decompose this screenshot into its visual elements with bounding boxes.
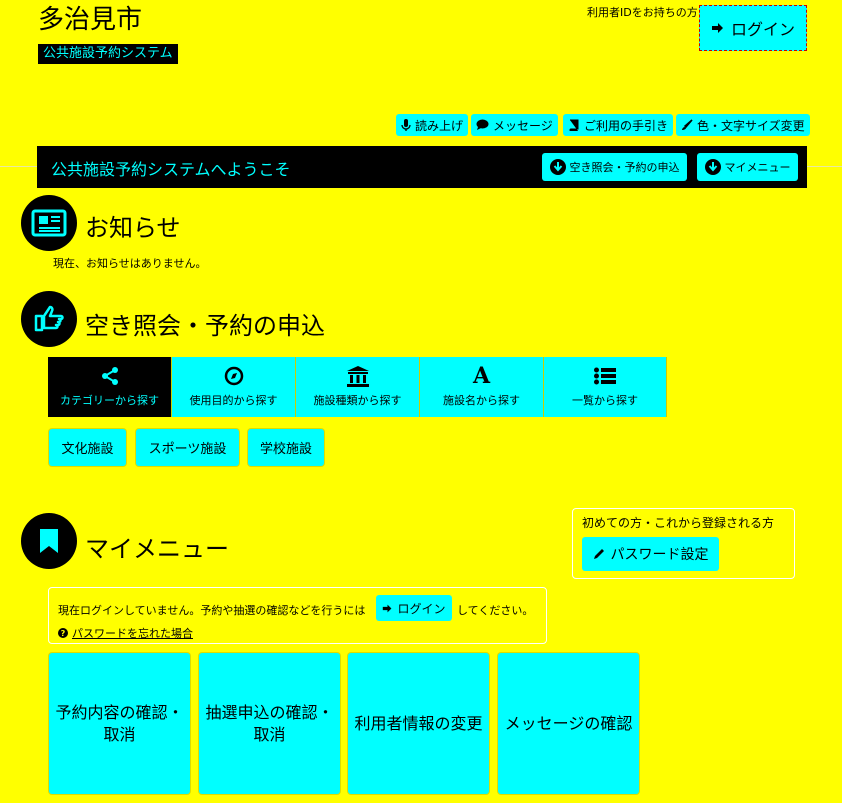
compass-icon (224, 366, 244, 386)
jump-reserve-label: 空き照会・予約の申込 (569, 161, 680, 174)
tab-list-label: 一覧から探す (572, 394, 638, 407)
sign-in-icon (711, 21, 725, 35)
forgot-password-label: パスワードを忘れた場合 (72, 627, 193, 640)
login-button[interactable]: ログイン (699, 5, 807, 51)
read-aloud-button[interactable]: 読み上げ (396, 114, 469, 136)
notice-title: お知らせ (85, 214, 181, 242)
guide-label: ご利用の手引き (584, 118, 669, 133)
reserve-title: 空き照会・予約の申込 (85, 312, 325, 340)
institution-icon (346, 366, 370, 387)
password-set-label: パスワード設定 (610, 547, 709, 563)
card-lottery-check[interactable]: 抽選申込の確認・ 取消 (199, 653, 340, 794)
password-set-button[interactable]: パスワード設定 (582, 537, 719, 571)
list-icon (594, 366, 616, 386)
message-label: メッセージ (493, 118, 553, 133)
tab-purpose[interactable]: 使用目的から探す (172, 357, 296, 417)
tab-purpose-label: 使用目的から探す (189, 394, 278, 407)
newspaper-icon (21, 195, 77, 251)
category-sports[interactable]: スポーツ施設 (136, 429, 239, 466)
question-circle-icon: ? (58, 628, 68, 638)
tab-category[interactable]: カテゴリーから探す (48, 357, 172, 417)
jump-mymenu-button[interactable]: マイメニュー (697, 153, 798, 181)
sign-in-icon (382, 603, 393, 614)
login-hint: 利用者IDをお持ちの方 (587, 6, 698, 19)
tab-facility-type-label: 施設種類から探す (313, 394, 402, 407)
first-time-text: 初めての方・これから登録される方 (582, 516, 775, 530)
status-login-label: ログイン (397, 601, 446, 616)
city-title: 多治見市 (38, 5, 143, 35)
font-icon: A (472, 363, 491, 389)
color-size-button[interactable]: 色・文字サイズ変更 (676, 114, 810, 136)
message-button[interactable]: メッセージ (471, 114, 558, 136)
jump-reserve-button[interactable]: 空き照会・予約の申込 (542, 153, 687, 181)
pencil-icon (593, 548, 605, 560)
tab-facility-name-label: 施設名から探す (443, 394, 520, 407)
tab-facility-type[interactable]: 施設種類から探す (296, 357, 420, 417)
guide-button[interactable]: ご利用の手引き (563, 114, 674, 136)
comment-icon (476, 119, 489, 131)
microphone-icon (401, 118, 411, 132)
welcome-bar: 公共施設予約システムへようこそ 空き照会・予約の申込 マイメニュー (37, 146, 807, 188)
login-button-label: ログイン (730, 20, 795, 39)
book-icon (568, 119, 580, 131)
jump-mymenu-label: マイメニュー (724, 161, 791, 174)
first-time-panel: 初めての方・これから登録される方 パスワード設定 (572, 508, 795, 579)
svg-text:?: ? (61, 629, 66, 638)
tab-list[interactable]: 一覧から探す (544, 357, 667, 417)
forgot-password-link[interactable]: ? パスワードを忘れた場合 (58, 625, 193, 641)
status-text-before: 現在ログインしていません。予約や抽選の確認などを行うには (58, 604, 366, 617)
arrow-circle-down-icon (549, 159, 566, 175)
welcome-title: 公共施設予約システムへようこそ (51, 160, 291, 179)
tab-facility-name[interactable]: A 施設名から探す (420, 357, 544, 417)
card-message-check[interactable]: メッセージの確認 (498, 653, 639, 794)
mymenu-title: マイメニュー (85, 535, 229, 563)
color-size-label: 色・文字サイズ変更 (697, 118, 805, 133)
category-culture[interactable]: 文化施設 (49, 429, 126, 466)
card-user-info[interactable]: 利用者情報の変更 (348, 653, 489, 794)
read-aloud-label: 読み上げ (415, 118, 464, 133)
share-icon (100, 366, 120, 386)
status-login-button[interactable]: ログイン (376, 595, 452, 621)
card-reservation-check[interactable]: 予約内容の確認・ 取消 (49, 653, 190, 794)
status-text-after: してください。 (457, 604, 534, 617)
arrow-circle-down-icon (704, 159, 721, 175)
system-badge: 公共施設予約システム (38, 44, 178, 64)
notice-text: 現在、お知らせはありません。 (53, 257, 207, 270)
hand-pointer-icon (21, 291, 77, 347)
paint-brush-icon (681, 119, 693, 131)
category-school[interactable]: 学校施設 (248, 429, 324, 466)
tab-category-label: カテゴリーから探す (60, 394, 159, 407)
login-status-panel: 現在ログインしていません。予約や抽選の確認などを行うには ログイン してください… (48, 587, 547, 644)
bookmark-icon (21, 513, 77, 569)
